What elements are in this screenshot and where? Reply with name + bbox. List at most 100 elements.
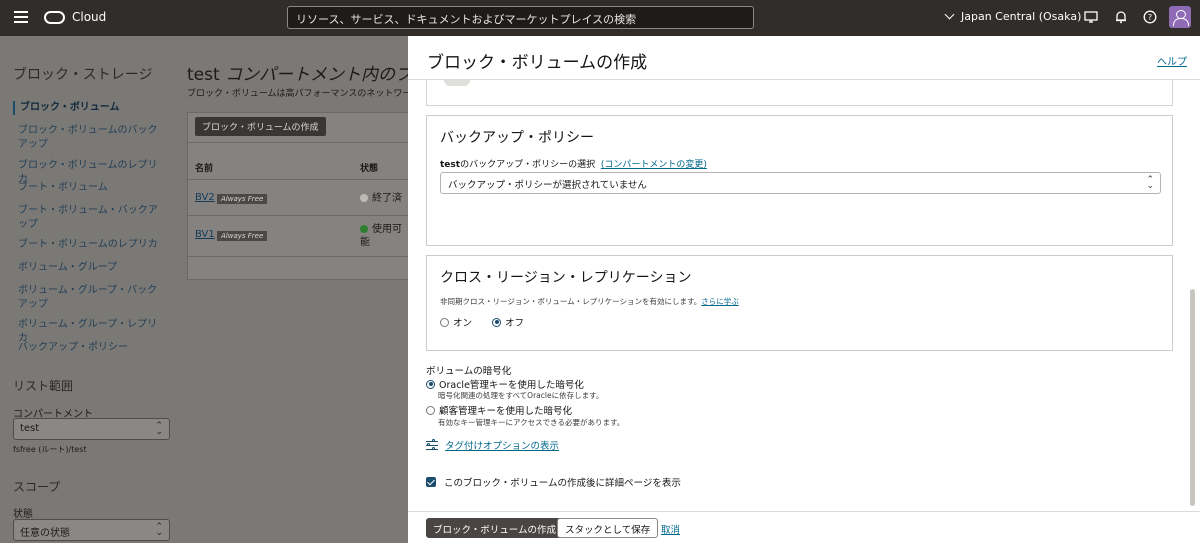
sidebar-item-block-volumes[interactable]: ブロック・ボリューム [13, 101, 153, 115]
volumes-table: ブロック・ボリュームの作成 名前 状態 BV2 Always Free 終了済 … [187, 112, 418, 280]
sliders-icon [426, 439, 438, 451]
always-free-badge: Always Free [217, 194, 268, 204]
customer-managed-key-description: 有効なキー管理キーにアクセスできる必要があります。 [438, 418, 625, 427]
column-header-state[interactable]: 状態 [360, 153, 378, 179]
status-dot-icon [360, 225, 368, 233]
table-divider [188, 179, 418, 180]
status-text: 終了済 [372, 193, 402, 204]
table-divider [188, 256, 418, 257]
oracle-logo-icon [44, 10, 65, 24]
cancel-link[interactable]: 取消 [661, 522, 680, 536]
status-text: 能 [360, 237, 370, 248]
footer-divider [408, 511, 1200, 512]
state-filter-value: 任意の状態 [20, 528, 70, 539]
table-divider [188, 215, 418, 216]
oracle-managed-key-radio[interactable] [426, 379, 435, 389]
scope-heading: スコープ [13, 480, 61, 494]
toggle-switch[interactable] [444, 80, 470, 86]
save-as-stack-button[interactable]: スタックとして保存 [557, 518, 659, 538]
cross-region-description: 非同期クロス・リージョン・ボリューム・レプリケーションを有効にします。さらに学ぶ [440, 296, 739, 307]
sidebar-item-boot-volumes[interactable]: ブート・ボリューム [18, 181, 158, 195]
oracle-managed-key-description: 暗号化関連の処理をすべてOracleに依存します。 [438, 391, 604, 400]
replication-off-label: オフ [505, 318, 525, 329]
svg-text:?: ? [1148, 13, 1152, 22]
sidebar-title: ブロック・ストレージ [13, 67, 153, 83]
replication-off-radio[interactable] [492, 317, 502, 327]
help-icon[interactable]: ? [1143, 10, 1157, 24]
select-arrows-icon: ⌃ ⌄ [155, 421, 163, 437]
background-page: ブロック・ストレージ ブロック・ボリューム ブロック・ボリュームのバックアップ … [0, 36, 420, 543]
sidebar-item-backup-policies[interactable]: バックアップ・ポリシー [18, 341, 158, 355]
status-badge: 使用可能 [360, 223, 402, 249]
volume-link-bv2[interactable]: BV2 [195, 192, 215, 203]
create-block-volume-button[interactable]: ブロック・ボリュームの作成 [195, 117, 326, 136]
page-title-compartment: test [187, 65, 220, 85]
sidebar-item-boot-volume-replicas[interactable]: ブート・ボリュームのレプリカ [18, 238, 158, 252]
page-title: test コンパートメント内のブ [187, 60, 412, 85]
show-details-checkbox-row[interactable]: このブロック・ボリュームの作成後に詳細ページを表示 [426, 475, 681, 489]
menu-icon[interactable] [14, 11, 28, 23]
compartment-name: test [440, 160, 461, 170]
customer-managed-key-label: 顧客管理キーを使用した暗号化 [439, 406, 573, 417]
select-arrows-icon: ⌃ ⌄ [155, 522, 163, 538]
oracle-managed-key-label: Oracle管理キーを使用した暗号化 [439, 380, 584, 391]
replication-radio-group: オン オフ [440, 315, 524, 329]
compartment-path: fsfree (ルート)/test [13, 445, 87, 454]
state-filter-select[interactable]: 任意の状態 ⌃ ⌄ [13, 519, 170, 541]
show-details-checkbox-label: このブロック・ボリュームの作成後に詳細ページを表示 [444, 478, 681, 489]
region-selector[interactable]: Japan Central (Osaka) [944, 9, 1082, 23]
status-text: 使用可 [372, 224, 402, 235]
create-button[interactable]: ブロック・ボリュームの作成 [426, 518, 564, 538]
select-arrows-icon: ⌃ ⌄ [1146, 175, 1154, 191]
backup-policy-value: バックアップ・ポリシーが選択されていません [448, 180, 647, 191]
drawer-scrollbar[interactable] [1190, 289, 1195, 506]
show-details-checkbox[interactable] [426, 477, 436, 487]
user-avatar-icon[interactable] [1169, 6, 1191, 28]
show-tagging-options-link[interactable]: タグ付けオプションの表示 [445, 438, 559, 452]
customer-managed-key-radio[interactable] [426, 405, 435, 415]
create-block-volume-drawer: ブロック・ボリュームの作成 ヘルプ バックアップ・ポリシー testのバックアッ… [408, 36, 1200, 543]
sidebar-item-volume-group-backups[interactable]: ボリューム・グループ・バックアップ [18, 284, 158, 312]
region-label: Japan Central (Osaka) [961, 10, 1082, 23]
state-filter-label: 状態 [13, 509, 33, 520]
change-compartment-link[interactable]: (コンパートメントの変更) [601, 160, 707, 170]
volume-link-bv1[interactable]: BV1 [195, 229, 215, 240]
encryption-heading: ボリュームの暗号化 [426, 366, 512, 377]
always-free-badge: Always Free [217, 231, 268, 241]
status-dot-icon [360, 194, 368, 202]
notification-bell-icon[interactable] [1114, 10, 1128, 24]
oracle-cloud-logo[interactable]: Cloud [44, 10, 106, 24]
chevron-down-icon [944, 9, 955, 20]
column-header-name[interactable]: 名前 [195, 153, 213, 179]
cross-region-replication-card: クロス・リージョン・レプリケーション 非同期クロス・リージョン・ボリューム・レプ… [426, 255, 1173, 351]
replication-on-radio[interactable] [440, 317, 449, 327]
compartment-select[interactable]: test ⌃ ⌄ [13, 418, 170, 440]
compartment-value: test [20, 423, 40, 434]
learn-more-link[interactable]: さらに学ぶ [701, 297, 739, 306]
sidebar-item-block-volume-backups[interactable]: ブロック・ボリュームのバックアップ [18, 124, 158, 152]
status-badge: 終了済 [360, 192, 402, 205]
page-title-text: コンパートメント内のブ [219, 65, 413, 85]
show-tagging-options[interactable]: タグ付けオプションの表示 [426, 438, 559, 452]
page-description: ブロック・ボリュームは高パフォーマンスのネットワーク [187, 89, 421, 99]
search-input[interactable]: リソース、サービス、ドキュメントおよびマーケットプレイスの検索 [287, 6, 754, 29]
replication-on-label: オン [453, 318, 473, 329]
top-navigation-bar: Cloud リソース、サービス、ドキュメントおよびマーケットプレイスの検索 Ja… [0, 0, 1200, 36]
brand-label: Cloud [72, 10, 107, 24]
backup-policy-label-text: のバックアップ・ポリシーの選択 [460, 160, 596, 170]
encryption-option-customer[interactable]: 顧客管理キーを使用した暗号化 [426, 403, 572, 417]
backup-policy-card: バックアップ・ポリシー testのバックアップ・ポリシーの選択 (コンパートメン… [426, 115, 1173, 246]
help-link[interactable]: ヘルプ [1157, 53, 1187, 68]
list-scope-heading: リスト範囲 [13, 379, 74, 393]
backup-policy-heading: バックアップ・ポリシー [440, 130, 594, 146]
table-divider [188, 142, 418, 143]
encryption-option-oracle[interactable]: Oracle管理キーを使用した暗号化 [426, 377, 584, 391]
sidebar-item-volume-groups[interactable]: ボリューム・グループ [18, 261, 158, 275]
sidebar-item-boot-volume-backups[interactable]: ブート・ボリューム・バックアップ [18, 204, 158, 232]
cross-region-heading: クロス・リージョン・レプリケーション [440, 270, 692, 286]
drawer-title: ブロック・ボリュームの作成 [427, 53, 648, 73]
backup-policy-select[interactable]: バックアップ・ポリシーが選択されていません ⌃ ⌄ [440, 172, 1161, 194]
backup-policy-label: testのバックアップ・ポリシーの選択 (コンパートメントの変更) [440, 157, 707, 170]
cloud-shell-icon[interactable] [1084, 10, 1098, 24]
cross-region-description-text: 非同期クロス・リージョン・ボリューム・レプリケーションを有効にします。 [440, 297, 702, 306]
